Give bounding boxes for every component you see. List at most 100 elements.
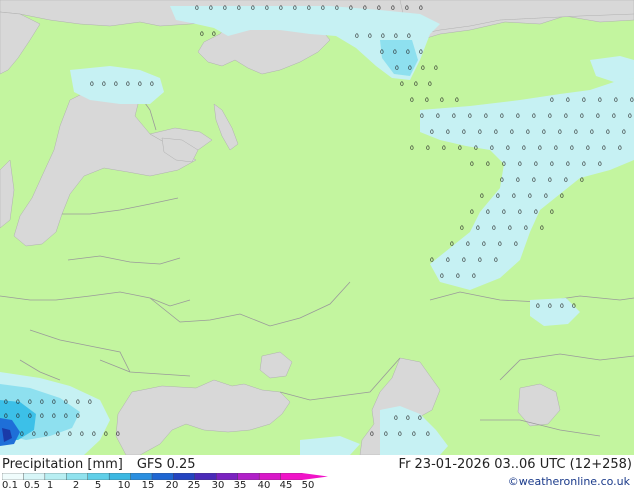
precip-marker: 0	[419, 49, 423, 56]
legend-swatch	[108, 473, 132, 480]
legend-labels: 0.1 0.5 1 2 5 10 15 20 25 30 35 40 45 50	[0, 480, 340, 492]
precip-marker: 0	[368, 33, 372, 40]
precip-marker: 0	[430, 257, 434, 264]
precip-marker: 0	[602, 145, 606, 152]
precip-marker: 0	[370, 431, 374, 438]
precip-marker: 0	[542, 129, 546, 136]
precip-marker: 0	[550, 209, 554, 216]
precip-marker: 0	[564, 177, 568, 184]
precip-marker: 0	[455, 97, 459, 104]
precip-marker: 0	[518, 161, 522, 168]
precip-marker: 0	[406, 49, 410, 56]
precip-marker: 0	[265, 5, 269, 12]
precip-marker: 0	[564, 113, 568, 120]
precip-marker: 0	[482, 241, 486, 248]
precip-marker: 0	[566, 161, 570, 168]
precip-marker: 0	[393, 49, 397, 56]
precip-marker: 0	[476, 225, 480, 232]
precip-marker: 0	[534, 209, 538, 216]
precip-marker: 0	[4, 413, 8, 420]
map-title: Precipitation [mm] GFS 0.25	[2, 457, 196, 472]
legend-label: 20	[165, 480, 179, 491]
precip-marker: 0	[212, 31, 216, 38]
precip-marker: 0	[554, 145, 558, 152]
precip-marker: 0	[590, 129, 594, 136]
legend-label: 0.5	[24, 480, 40, 491]
precip-marker: 0	[560, 303, 564, 310]
precip-marker: 0	[496, 193, 500, 200]
precip-marker: 0	[64, 413, 68, 420]
valid-time: Fr 23-01-2026 03..06 UTC (12+258)	[398, 457, 632, 472]
legend-swatch	[151, 473, 175, 480]
precip-marker: 0	[502, 161, 506, 168]
legend-swatch	[23, 473, 46, 480]
precip-marker: 0	[426, 431, 430, 438]
precip-marker: 0	[76, 399, 80, 406]
credit-link[interactable]: ©weatheronline.co.uk	[508, 475, 630, 488]
precip-marker: 0	[395, 65, 399, 72]
precip-marker: 0	[456, 273, 460, 280]
precip-marker: 0	[524, 225, 528, 232]
precip-marker: 0	[377, 5, 381, 12]
precip-marker: 0	[586, 145, 590, 152]
map-area: 0 0 0 0 0 0 0 0 0 0 0 0 0 0 0 0 0 0 0 0 0 0 0 0 0 0 0 0 0 0 0 0 0 0 0 0 0 0 0 0…	[0, 0, 634, 455]
precip-marker: 0	[526, 129, 530, 136]
legend-swatch	[280, 473, 303, 480]
legend-label: 50	[301, 480, 315, 491]
precip-marker: 0	[425, 97, 429, 104]
legend-swatch	[237, 473, 260, 480]
precip-marker: 0	[536, 303, 540, 310]
precip-marker: 0	[618, 145, 622, 152]
precip-marker: 0	[582, 97, 586, 104]
precip-marker: 0	[458, 145, 462, 152]
precip-marker: 0	[76, 413, 80, 420]
legend-swatch	[87, 473, 110, 480]
precip-marker: 0	[56, 431, 60, 438]
precip-marker: 0	[406, 415, 410, 422]
precip-marker: 0	[582, 161, 586, 168]
precip-marker: 0	[436, 113, 440, 120]
legend-label: 15	[141, 480, 155, 491]
precip-marker: 0	[572, 303, 576, 310]
precip-marker: 0	[405, 5, 409, 12]
precip-marker: 0	[52, 413, 56, 420]
legend-label: 30	[211, 480, 225, 491]
legend-swatch	[258, 473, 282, 480]
precip-marker: 0	[434, 65, 438, 72]
precip-marker: 0	[279, 5, 283, 12]
precip-marker: 0	[486, 209, 490, 216]
precip-marker: 0	[440, 273, 444, 280]
precip-marker: 0	[428, 81, 432, 88]
precip-marker: 0	[80, 431, 84, 438]
precip-marker: 0	[550, 161, 554, 168]
precip-marker: 0	[470, 161, 474, 168]
precip-marker: 0	[462, 129, 466, 136]
precip-marker: 0	[381, 33, 385, 40]
legend-label: 35	[233, 480, 247, 491]
precip-marker: 0	[450, 241, 454, 248]
precip-marker: 0	[484, 113, 488, 120]
precip-marker: 0	[237, 5, 241, 12]
precip-marker: 0	[462, 257, 466, 264]
legend-swatch	[66, 473, 89, 480]
precip-marker: 0	[32, 431, 36, 438]
precip-marker: 0	[460, 225, 464, 232]
precip-marker: 0	[200, 31, 204, 38]
precip-marker: 0	[532, 113, 536, 120]
precip-marker: 0	[522, 145, 526, 152]
precip-marker: 0	[516, 113, 520, 120]
precip-marker: 0	[630, 97, 634, 104]
precip-marker: 0	[560, 193, 564, 200]
precip-marker: 0	[494, 129, 498, 136]
precip-marker: 0	[40, 413, 44, 420]
precip-marker: 0	[574, 129, 578, 136]
precip-marker: 0	[102, 81, 106, 88]
map-footer: Precipitation [mm] GFS 0.25 Fr 23-01-2026…	[0, 455, 634, 492]
precip-marker: 0	[114, 81, 118, 88]
precip-marker: 0	[580, 113, 584, 120]
legend-label: 5	[94, 480, 102, 491]
precip-marker: 0	[442, 145, 446, 152]
precip-marker: 0	[466, 241, 470, 248]
precip-marker: 0	[44, 431, 48, 438]
precip-marker: 0	[566, 97, 570, 104]
